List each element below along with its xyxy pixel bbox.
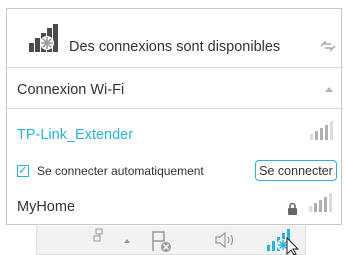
flyout-header: Des connexions sont disponibles (7, 9, 341, 68)
wifi-flyout-panel: Des connexions sont disponibles Connexio… (6, 8, 342, 225)
flag-icon[interactable] (150, 229, 172, 253)
refresh-icon[interactable] (319, 40, 337, 52)
wifi-available-icon[interactable] (265, 227, 301, 255)
wifi-section-label: Connexion Wi-Fi (17, 82, 125, 98)
network-ssid: MyHome (17, 199, 76, 215)
connect-button[interactable]: Se connecter (255, 160, 337, 181)
network-icon[interactable] (93, 228, 105, 242)
network-available-icon (29, 24, 58, 52)
header-title: Des connexions sont disponibles (69, 39, 281, 55)
signal-strength-icon (310, 121, 333, 140)
auto-connect-label: Se connecter automatiquement (37, 164, 204, 178)
auto-connect-row[interactable]: Se connecter automatiquement (17, 163, 204, 178)
lock-icon (288, 202, 297, 215)
network-item-tp-link-extender[interactable]: TP-Link_Extender Se connecter automatiqu… (7, 110, 341, 193)
signal-strength-icon (309, 193, 332, 212)
show-hidden-icons-chevron[interactable] (123, 238, 131, 244)
volume-icon[interactable] (213, 230, 237, 250)
network-ssid: TP-Link_Extender (17, 127, 134, 143)
network-item-myhome[interactable]: MyHome (7, 189, 341, 226)
taskbar-tray (36, 226, 306, 255)
wifi-section-header[interactable]: Connexion Wi-Fi (7, 69, 341, 109)
chevron-up-icon[interactable] (325, 87, 333, 92)
auto-connect-checkbox[interactable] (17, 163, 29, 177)
